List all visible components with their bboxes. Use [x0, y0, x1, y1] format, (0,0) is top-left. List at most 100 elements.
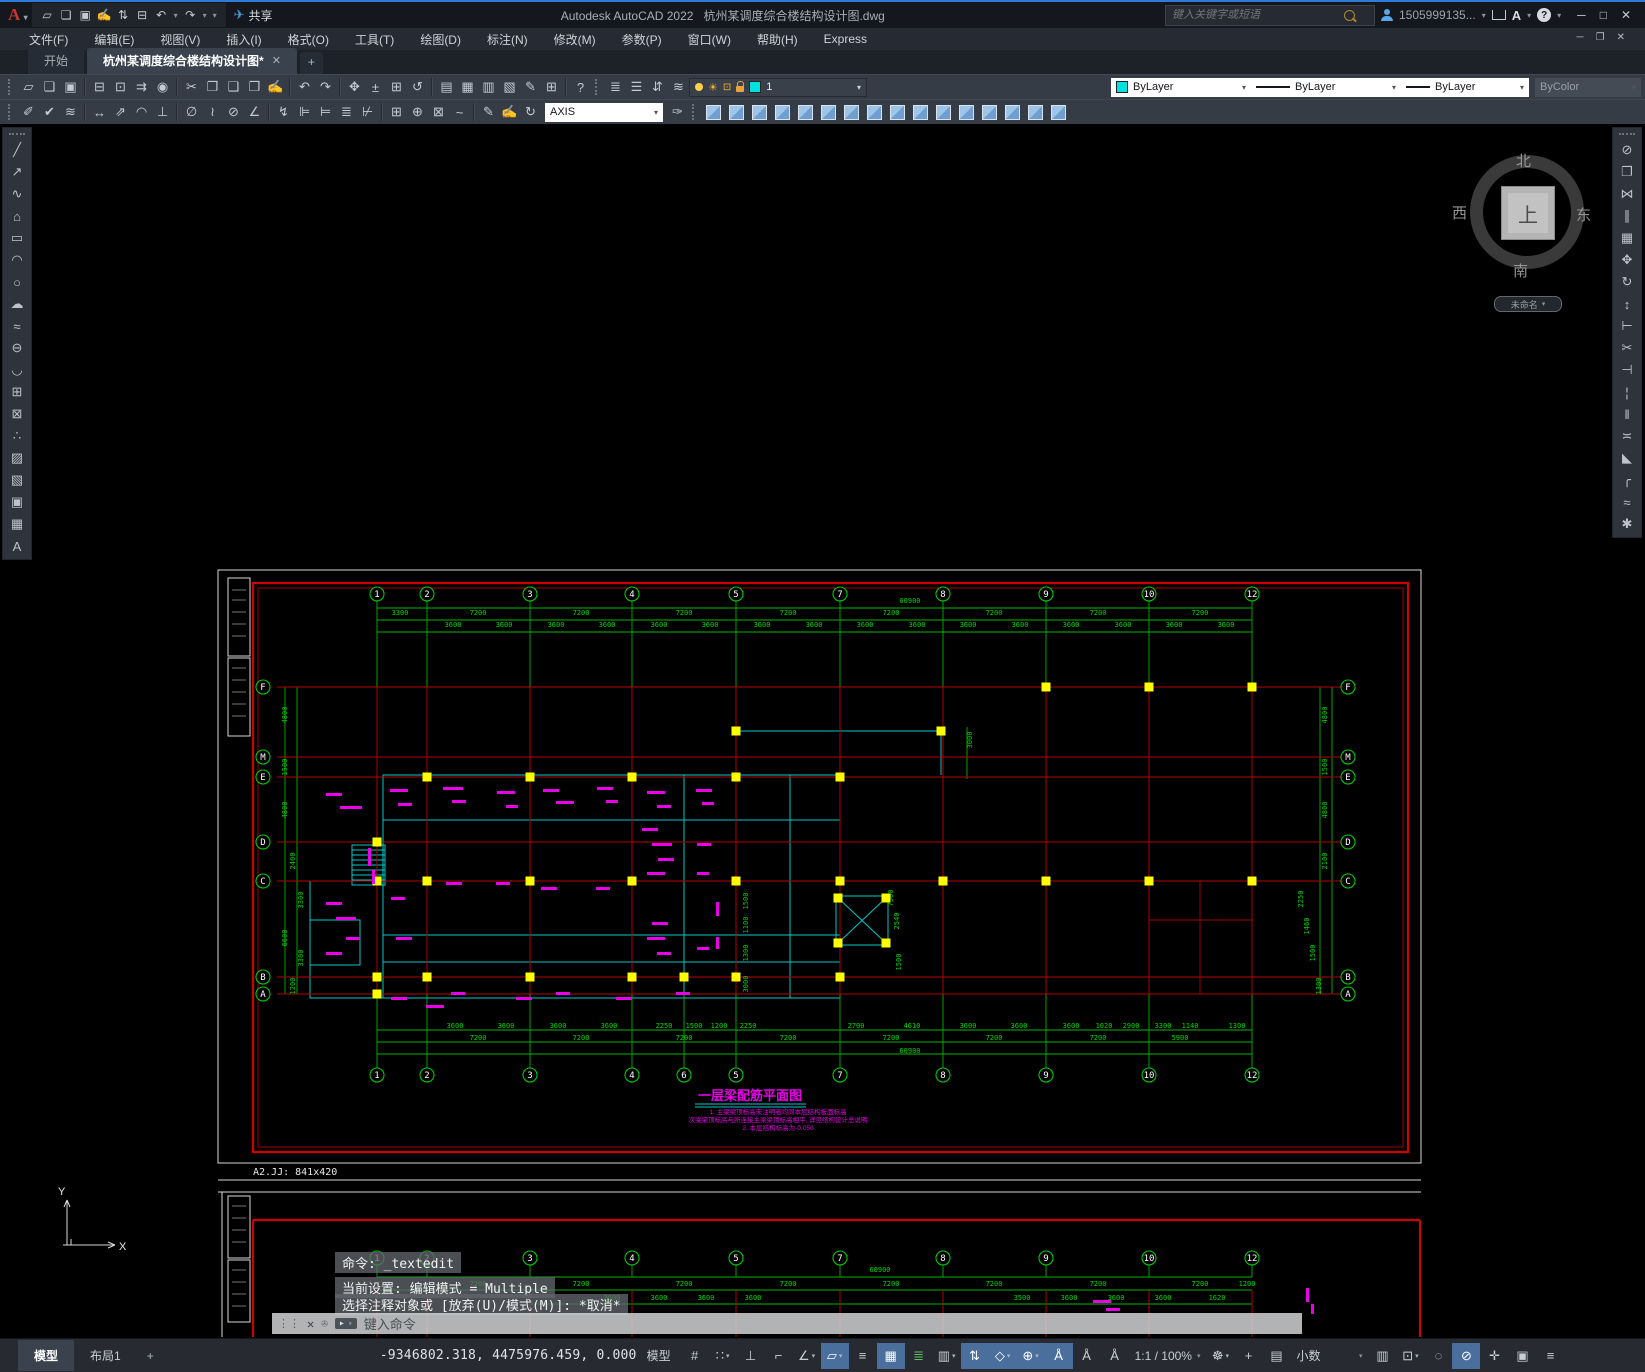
dim-aligned-icon[interactable]: ⇗: [110, 102, 131, 123]
offset-faces-icon[interactable]: [821, 104, 836, 120]
clean-screen-icon[interactable]: ▣▾: [1508, 1343, 1536, 1369]
rectangle-icon[interactable]: ▭: [5, 227, 29, 249]
open-icon[interactable]: ❏: [39, 77, 60, 98]
make-block-icon[interactable]: ⊠: [5, 403, 29, 425]
sep[interactable]: [431, 78, 433, 96]
layer-vp-freeze-icon[interactable]: ⊡: [723, 82, 731, 93]
annotation-scale-sync-icon[interactable]: Å▾: [1101, 1343, 1129, 1369]
color-combo[interactable]: ByLayer ▾: [1111, 77, 1251, 97]
search-input[interactable]: [1169, 8, 1344, 22]
layer-on-icon[interactable]: [695, 83, 703, 91]
dim-inspect-icon[interactable]: ⊠: [428, 102, 449, 123]
quick-dim-icon[interactable]: ↯: [273, 102, 294, 123]
viewcube-south-label[interactable]: 南: [1513, 260, 1528, 281]
sep[interactable]: [381, 103, 383, 121]
markup-icon[interactable]: ✎: [520, 77, 541, 98]
pan-icon[interactable]: ✥: [344, 77, 365, 98]
join-icon[interactable]: ≍: [1615, 425, 1639, 447]
revision-cloud-icon[interactable]: ☁: [5, 293, 29, 315]
center-mark-icon[interactable]: ⊕: [407, 102, 428, 123]
toolbar-grip[interactable]: [8, 79, 14, 95]
tab-start[interactable]: 开始: [28, 48, 85, 74]
grid-display-icon[interactable]: #▾: [681, 1343, 709, 1369]
menu-item[interactable]: Express: [811, 30, 880, 48]
color-combo-caret-icon[interactable]: ▾: [1242, 83, 1246, 92]
copy-icon[interactable]: ❐: [202, 77, 223, 98]
menu-item[interactable]: 格式(O): [275, 29, 342, 50]
menu-item[interactable]: 文件(F): [16, 29, 81, 50]
maximize-button[interactable]: □: [1600, 8, 1607, 22]
sep[interactable]: [268, 103, 270, 121]
circle-icon[interactable]: ○: [5, 271, 29, 293]
copy-icon[interactable]: ❐: [1615, 161, 1639, 183]
sep[interactable]: [289, 78, 291, 96]
command-prompt-icon[interactable]: ▸ ▾: [334, 1318, 357, 1329]
sep[interactable]: [339, 78, 341, 96]
save-icon[interactable]: ▣: [76, 5, 95, 25]
construction-line-icon[interactable]: ↗: [5, 161, 29, 183]
isometric-drafting-icon[interactable]: ▱ ▾: [820, 1342, 849, 1369]
tab-drawing[interactable]: 杭州某调度综合楼结构设计图* ✕: [87, 48, 297, 74]
taper-faces-icon[interactable]: [890, 104, 905, 120]
publish-icon[interactable]: ⇉: [131, 77, 152, 98]
toolbar-grip[interactable]: [692, 104, 698, 120]
dim-jogged-icon[interactable]: ≀: [202, 102, 223, 123]
command-tools-icon[interactable]: ✇: [321, 1317, 328, 1330]
offset-icon[interactable]: ∥: [1615, 205, 1639, 227]
chamfer-icon[interactable]: ◣: [1615, 447, 1639, 469]
quick-properties-icon[interactable]: ▥▾: [1368, 1343, 1396, 1369]
user-avatar-icon[interactable]: [1380, 9, 1393, 21]
paste-icon[interactable]: ❑: [223, 77, 244, 98]
menu-item[interactable]: 参数(P): [609, 29, 675, 50]
solid-subtract-icon[interactable]: [729, 104, 744, 120]
sep[interactable]: [176, 78, 178, 96]
layer-unlock-icon[interactable]: [736, 80, 745, 92]
break-icon[interactable]: ‖: [1615, 403, 1639, 425]
app-logo[interactable]: A ▾: [0, 5, 32, 25]
show-lineweight-icon[interactable]: ≣▾: [905, 1343, 933, 1369]
imprint-icon[interactable]: [959, 104, 974, 120]
move-faces-icon[interactable]: [798, 104, 813, 120]
layer-combo[interactable]: ☀ ⊡ 1 ▾: [689, 77, 867, 97]
sheet-set-manager-icon[interactable]: ▧: [499, 77, 520, 98]
selection-cycling-icon[interactable]: ⇅▾: [960, 1342, 989, 1369]
dim-baseline-icon[interactable]: ⊫: [294, 102, 315, 123]
designcenter-icon[interactable]: ▦: [457, 77, 478, 98]
menu-item[interactable]: 修改(M): [541, 29, 609, 50]
menu-item[interactable]: 工具(T): [342, 29, 407, 50]
sep[interactable]: [84, 103, 86, 121]
dim-edit-icon[interactable]: ✎: [478, 102, 499, 123]
ellipse-icon[interactable]: ⊖: [5, 337, 29, 359]
stretch-icon[interactable]: ⊢: [1615, 315, 1639, 337]
dim-angular-icon[interactable]: ∠: [244, 102, 265, 123]
spell-check-icon[interactable]: ✔: [39, 102, 60, 123]
polyline-icon[interactable]: ∿: [5, 183, 29, 205]
menu-item[interactable]: 绘图(D): [407, 29, 474, 50]
command-line-input[interactable]: ⋮⋮ ✕ ✇ ▸ ▾ 键入命令: [272, 1313, 1302, 1334]
quickcalc-icon[interactable]: ⊞: [541, 77, 562, 98]
lock-ui-icon[interactable]: ⊡ ▾: [1396, 1343, 1424, 1369]
paste-special-icon[interactable]: ❒: [244, 77, 265, 98]
dimstyle-combo[interactable]: AXIS ▾: [545, 102, 663, 122]
dim-space-icon[interactable]: ≣: [336, 102, 357, 123]
dim-arc-length-icon[interactable]: ◠: [131, 102, 152, 123]
dim-ordinate-icon[interactable]: ⊥: [152, 102, 173, 123]
hardware-accel-icon[interactable]: ✛▾: [1480, 1343, 1508, 1369]
properties-icon[interactable]: ▤: [436, 77, 457, 98]
new-file-icon[interactable]: ▱: [38, 5, 57, 25]
erase-icon[interactable]: ⊘: [1615, 139, 1639, 161]
tab-close-icon[interactable]: ✕: [272, 54, 281, 67]
menu-item[interactable]: 编辑(E): [81, 29, 147, 50]
clean-icon[interactable]: [982, 104, 997, 120]
break-at-point-icon[interactable]: ¦: [1615, 381, 1639, 403]
search-icon[interactable]: [1343, 9, 1355, 21]
viewcube-north-label[interactable]: 北: [1516, 150, 1531, 171]
ellipse-arc-icon[interactable]: ◡: [5, 359, 29, 381]
menu-item[interactable]: 标注(N): [474, 29, 541, 50]
insert-block-icon[interactable]: ⊞: [5, 381, 29, 403]
separate-icon[interactable]: [1005, 104, 1020, 120]
autodesk-apps-icon[interactable]: A: [1512, 8, 1521, 23]
lineweight-combo-caret-icon[interactable]: ▾: [1520, 83, 1524, 92]
open-from-mobile-icon[interactable]: ⇅: [114, 5, 133, 25]
array-icon[interactable]: ▦: [1615, 227, 1639, 249]
